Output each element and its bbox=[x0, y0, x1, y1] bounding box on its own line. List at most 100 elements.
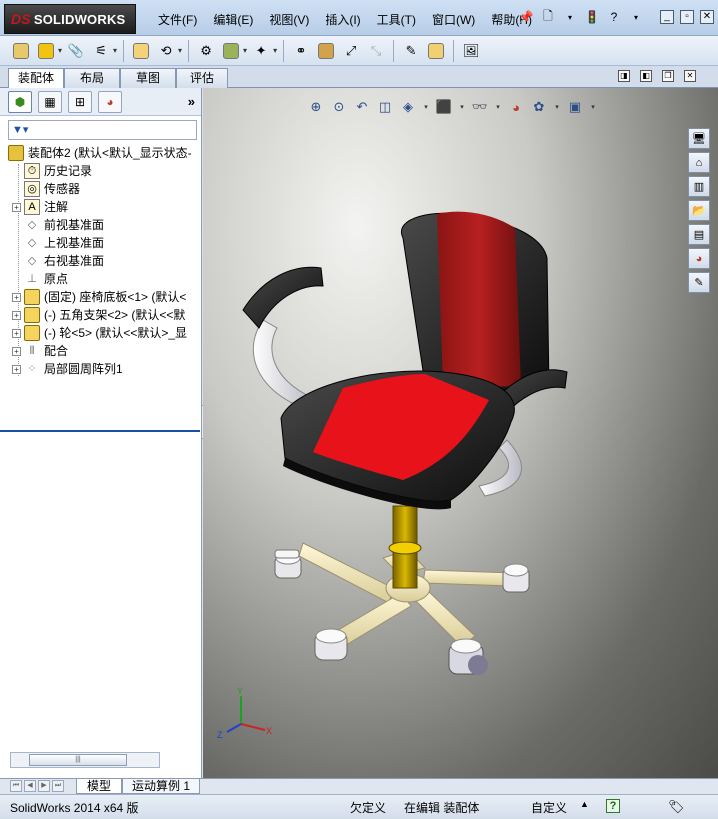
chair-seat[interactable] bbox=[280, 370, 515, 510]
expand-toggle-icon[interactable]: + bbox=[12, 346, 21, 356]
mate-icon[interactable]: 📎 bbox=[65, 40, 87, 62]
menu-window[interactable]: 窗口(W) bbox=[424, 12, 483, 28]
assembly-features-icon[interactable] bbox=[220, 40, 242, 62]
chevron-down-icon[interactable]: ▾ bbox=[58, 46, 62, 55]
new-motion-study-icon[interactable]: ⚭ bbox=[290, 40, 312, 62]
status-units[interactable]: 自定义 bbox=[531, 799, 567, 816]
tree-item[interactable]: ⏱ 历史记录 bbox=[0, 162, 201, 180]
tree-item[interactable]: + ⁘ 局部圆周阵列1 bbox=[0, 360, 201, 378]
chevron-down-icon[interactable]: ▾ bbox=[273, 46, 277, 55]
triad-y-label: Y bbox=[237, 686, 243, 696]
display-manager-tab-icon[interactable]: ◕ bbox=[98, 90, 122, 113]
tab-evaluate[interactable]: 评估 bbox=[176, 68, 228, 88]
tree-item[interactable]: + ⫴ 配合 bbox=[0, 342, 201, 360]
tree-item[interactable]: ◇ 右视基准面 bbox=[0, 252, 201, 270]
rebuild-tag-icon[interactable]: 🏷 bbox=[668, 799, 685, 815]
tree-item-label: (固定) 座椅底板<1> (默认< bbox=[44, 290, 187, 304]
next-tab-icon[interactable]: ▶ bbox=[38, 780, 50, 792]
tree-item[interactable]: + (-) 轮<5> (默认<<默认>_显 bbox=[0, 324, 201, 342]
tab-motion-study-1[interactable]: 运动算例 1 bbox=[122, 779, 200, 794]
plane-icon: ◇ bbox=[27, 237, 37, 249]
expand-toggle-icon[interactable]: + bbox=[12, 292, 21, 302]
chair-backrest[interactable] bbox=[400, 211, 550, 391]
tree-item-label: 传感器 bbox=[44, 182, 81, 196]
restore-icon[interactable]: ▫ bbox=[680, 10, 694, 24]
expand-panel-icon[interactable]: » bbox=[188, 94, 195, 109]
menu-file[interactable]: 文件(F) bbox=[150, 12, 205, 28]
edit-component-icon[interactable] bbox=[10, 40, 32, 62]
move-component-icon[interactable]: ⟲ bbox=[155, 40, 177, 62]
assembly-icon bbox=[8, 145, 24, 161]
tree-item[interactable]: + (-) 五角支架<2> (默认<<默 bbox=[0, 306, 201, 324]
chevron-down-icon[interactable]: ▾ bbox=[243, 46, 247, 55]
chevron-down-icon[interactable]: ▾ bbox=[628, 9, 644, 25]
status-definition: 欠定义 bbox=[350, 801, 387, 815]
menu-tools[interactable]: 工具(T) bbox=[369, 12, 424, 28]
chevron-up-icon[interactable]: ▲ bbox=[580, 799, 589, 809]
expand-toggle-icon[interactable]: + bbox=[12, 328, 21, 338]
tree-item[interactable]: + (固定) 座椅底板<1> (默认< bbox=[0, 288, 201, 306]
menu-view[interactable]: 视图(V) bbox=[261, 12, 317, 28]
tab-layout[interactable]: 布局 bbox=[64, 68, 120, 88]
previous-tab-icon[interactable]: ◀ bbox=[24, 780, 36, 792]
feature-tree-tab-icon[interactable]: ⬢ bbox=[8, 90, 32, 113]
help-icon[interactable]: ? bbox=[606, 9, 622, 25]
show-hidden-components-icon[interactable]: ⚙ bbox=[195, 40, 217, 62]
tree-item[interactable]: ⊥ 原点 bbox=[0, 270, 201, 288]
tab-assembly[interactable]: 装配体 bbox=[8, 68, 64, 89]
tab-sketch[interactable]: 草图 bbox=[120, 68, 176, 88]
chevron-down-icon[interactable]: ▾ bbox=[562, 9, 578, 25]
tree-root-assembly[interactable]: 装配体2 (默认<默认_显示状态- bbox=[0, 144, 201, 162]
status-bar: SolidWorks 2014 x64 版 欠定义 在编辑 装配体 自定义 ▲ … bbox=[0, 794, 718, 819]
expand-toggle-icon[interactable]: + bbox=[12, 202, 21, 212]
insert-components-icon[interactable] bbox=[35, 40, 57, 62]
reference-geometry-icon[interactable]: ✦ bbox=[250, 40, 272, 62]
new-document-icon[interactable]: 🗋 bbox=[540, 9, 556, 25]
tile-left-icon[interactable]: ◨ bbox=[618, 70, 630, 82]
traffic-light-icon[interactable]: 🚦 bbox=[584, 9, 600, 25]
expand-toggle-icon[interactable]: + bbox=[12, 364, 21, 374]
viewport-restore-icon[interactable]: ❐ bbox=[662, 70, 674, 82]
tree-rollback-bar[interactable] bbox=[0, 430, 200, 432]
tree-filter[interactable]: ▼▾ bbox=[8, 120, 197, 140]
menu-insert[interactable]: 插入(I) bbox=[317, 12, 368, 28]
smart-fasteners-icon[interactable] bbox=[130, 40, 152, 62]
close-icon[interactable]: ✕ bbox=[700, 10, 714, 24]
scrollbar-thumb[interactable]: ||| bbox=[29, 754, 127, 766]
tree-item[interactable]: ◎ 传感器 bbox=[0, 180, 201, 198]
tree-item[interactable]: ◇ 前视基准面 bbox=[0, 216, 201, 234]
part-icon bbox=[24, 307, 40, 323]
pin-icon[interactable]: 📌 bbox=[518, 9, 534, 25]
take-snapshot-icon[interactable]: 🖼 bbox=[460, 40, 482, 62]
instant3d-icon[interactable]: ✎ bbox=[400, 40, 422, 62]
gas-column[interactable] bbox=[388, 505, 422, 589]
expand-toggle-icon[interactable]: + bbox=[12, 310, 21, 320]
chevron-down-icon[interactable]: ▾ bbox=[113, 46, 117, 55]
tree-item-label: (-) 五角支架<2> (默认<<默 bbox=[44, 308, 186, 322]
viewport-controls: ◨ ◧ ❐ ✕ bbox=[618, 70, 696, 82]
solidworks-logo[interactable]: DS SOLIDWORKS bbox=[4, 4, 136, 34]
chair-model[interactable] bbox=[203, 88, 718, 778]
menu-edit[interactable]: 编辑(E) bbox=[205, 12, 261, 28]
origin-icon: ⊥ bbox=[27, 273, 37, 285]
property-manager-tab-icon[interactable]: ▦ bbox=[38, 90, 62, 113]
first-tab-icon[interactable]: ⏮ bbox=[10, 780, 22, 792]
tile-right-icon[interactable]: ◧ bbox=[640, 70, 652, 82]
tree-item[interactable]: ◇ 上视基准面 bbox=[0, 234, 201, 252]
tab-model[interactable]: 模型 bbox=[76, 779, 122, 794]
tree-item-label: 原点 bbox=[44, 272, 69, 286]
graphics-area[interactable]: ⊕ ⊙ ↶ ◫ ◈ ▾ ⬛ ▾ 👓 ▾ ◕ ✿ ▾ ▣ ▾ 🖥 ⌂ ▥ 📂 ▤ … bbox=[203, 88, 718, 778]
tree-item[interactable]: + A 注解 bbox=[0, 198, 201, 216]
explode-line-sketch-icon[interactable]: ⤡ bbox=[365, 40, 387, 62]
exploded-view-icon[interactable]: ⤢ bbox=[340, 40, 362, 62]
update-speedpak-icon[interactable] bbox=[425, 40, 447, 62]
chevron-down-icon[interactable]: ▾ bbox=[178, 46, 182, 55]
help-icon[interactable]: ? bbox=[606, 799, 620, 813]
viewport-close-icon[interactable]: ✕ bbox=[684, 70, 696, 82]
minimize-icon[interactable]: _ bbox=[660, 10, 674, 24]
configuration-manager-tab-icon[interactable]: ⊞ bbox=[68, 90, 92, 113]
panel-horizontal-scrollbar[interactable]: ||| bbox=[10, 752, 160, 768]
bill-of-materials-icon[interactable] bbox=[315, 40, 337, 62]
component-pattern-icon[interactable]: ⚟ bbox=[90, 40, 112, 62]
last-tab-icon[interactable]: ⏭ bbox=[52, 780, 64, 792]
